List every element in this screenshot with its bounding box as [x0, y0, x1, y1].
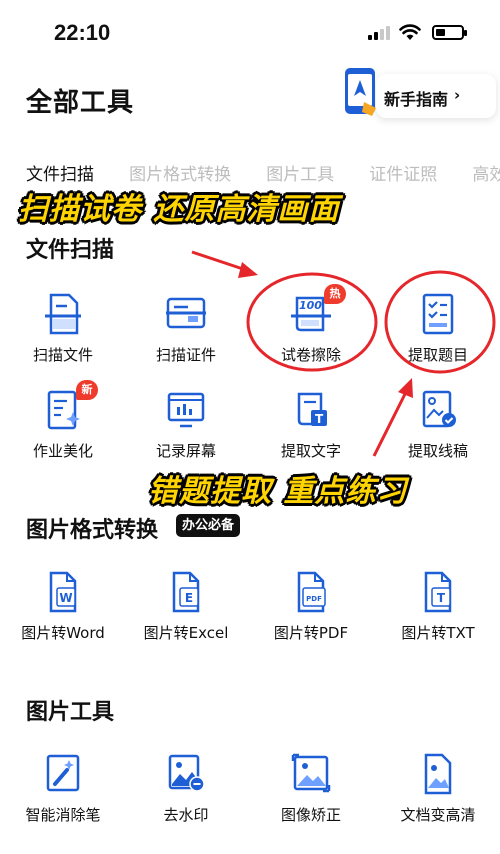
- magic-eraser-icon: [46, 754, 80, 792]
- office-essential-tag: 办公必备: [176, 514, 241, 537]
- guide-label: 新手指南: [384, 90, 449, 109]
- to-word-icon: W: [49, 571, 77, 613]
- tool-scan-document[interactable]: 扫描文件: [8, 292, 118, 382]
- tool-document-hd[interactable]: 文档变高清: [383, 752, 493, 842]
- phone-guide-icon: [345, 68, 376, 116]
- battery-icon: [432, 25, 467, 40]
- to-pdf-icon: PDF: [297, 571, 326, 613]
- to-txt-icon: T: [424, 571, 452, 613]
- tool-image-to-pdf[interactable]: PDF 图片转PDF: [256, 570, 366, 660]
- tool-label: 图像矫正: [280, 806, 341, 824]
- tab-file-scan[interactable]: 文件扫描: [26, 160, 94, 185]
- scan-document-icon: [45, 293, 81, 335]
- tool-remove-watermark[interactable]: 去水印: [131, 752, 241, 842]
- tool-extract-questions[interactable]: 提取题目: [383, 292, 493, 382]
- record-screen-icon: [167, 392, 205, 428]
- section-title-image-format: 图片格式转换: [26, 518, 159, 543]
- signal-icon: [368, 26, 390, 40]
- excel-glyph: E: [185, 591, 193, 605]
- annotation-banner-top: 扫描试卷 还原高清画面: [18, 192, 340, 227]
- scan-id-card-icon: [166, 297, 206, 329]
- tool-label: 图片转Excel: [143, 624, 229, 642]
- tool-label: 图片转PDF: [273, 624, 349, 642]
- tool-image-to-txt[interactable]: T 图片转TXT: [383, 570, 493, 660]
- status-time: 22:10: [54, 20, 111, 45]
- tool-label: 提取文字: [280, 442, 341, 460]
- extract-lineart-icon: [422, 390, 456, 428]
- tool-image-to-excel[interactable]: E 图片转Excel: [131, 570, 241, 660]
- status-bar: 22:10: [0, 0, 500, 60]
- new-badge: 新: [76, 380, 98, 400]
- tool-scan-id-card[interactable]: 扫描证件: [131, 292, 241, 382]
- to-excel-icon: E: [172, 571, 200, 613]
- txt-glyph: T: [437, 591, 446, 605]
- tool-label: 图片转TXT: [401, 624, 475, 642]
- tool-extract-text[interactable]: T 提取文字: [256, 388, 366, 478]
- tool-homework-beautify[interactable]: 新 作业美化: [8, 380, 118, 478]
- svg-text:T: T: [315, 412, 324, 426]
- tool-exam-erase[interactable]: 100 热 试卷擦除: [256, 284, 366, 382]
- tool-extract-lineart[interactable]: 提取线稿: [383, 388, 493, 478]
- tool-label: 试卷擦除: [280, 346, 341, 364]
- tab-image-format[interactable]: 图片格式转换: [129, 160, 231, 185]
- annotation-banner-mid: 错题提取 重点练习: [148, 474, 408, 509]
- annotation-arrow-top: [191, 250, 258, 278]
- tab-efficiency[interactable]: 高效: [472, 160, 500, 185]
- tool-label: 提取题目: [407, 346, 468, 364]
- tool-image-to-word[interactable]: W 图片转Word: [8, 570, 118, 660]
- tab-image-tools[interactable]: 图片工具: [266, 160, 334, 185]
- chevron-right-icon: ›: [454, 86, 461, 104]
- tool-label: 提取线稿: [407, 442, 468, 460]
- tool-label: 图片转Word: [21, 624, 105, 642]
- document-hd-icon: [424, 753, 452, 795]
- extract-questions-icon: [422, 293, 454, 335]
- hot-badge: 热: [324, 284, 346, 304]
- tab-id-photo[interactable]: 证件证照: [369, 160, 437, 185]
- page-title: 全部工具: [26, 88, 135, 118]
- tool-record-screen[interactable]: 记录屏幕: [131, 388, 241, 478]
- remove-watermark-icon: [168, 754, 205, 792]
- tool-label: 扫描证件: [155, 346, 216, 364]
- tool-label: 去水印: [163, 806, 209, 824]
- extract-text-icon: T: [297, 392, 327, 426]
- tool-label: 作业美化: [32, 442, 93, 460]
- tool-label: 文档变高清: [400, 806, 476, 824]
- svg-text:100: 100: [299, 299, 322, 312]
- tool-label: 智能消除笔: [25, 806, 101, 824]
- tool-label: 扫描文件: [32, 346, 93, 364]
- tool-label: 记录屏幕: [155, 442, 216, 460]
- section-title-file-scan: 文件扫描: [26, 238, 115, 263]
- tool-magic-eraser[interactable]: 智能消除笔: [8, 752, 118, 842]
- word-glyph: W: [59, 591, 72, 605]
- wifi-icon: [399, 24, 421, 40]
- beginner-guide-button[interactable]: 新手指南 ›: [338, 66, 496, 118]
- tool-image-correct[interactable]: 图像矫正: [256, 752, 366, 842]
- pdf-glyph: PDF: [306, 595, 322, 603]
- section-title-image-tools: 图片工具: [26, 700, 115, 725]
- image-correct-icon: [291, 753, 331, 793]
